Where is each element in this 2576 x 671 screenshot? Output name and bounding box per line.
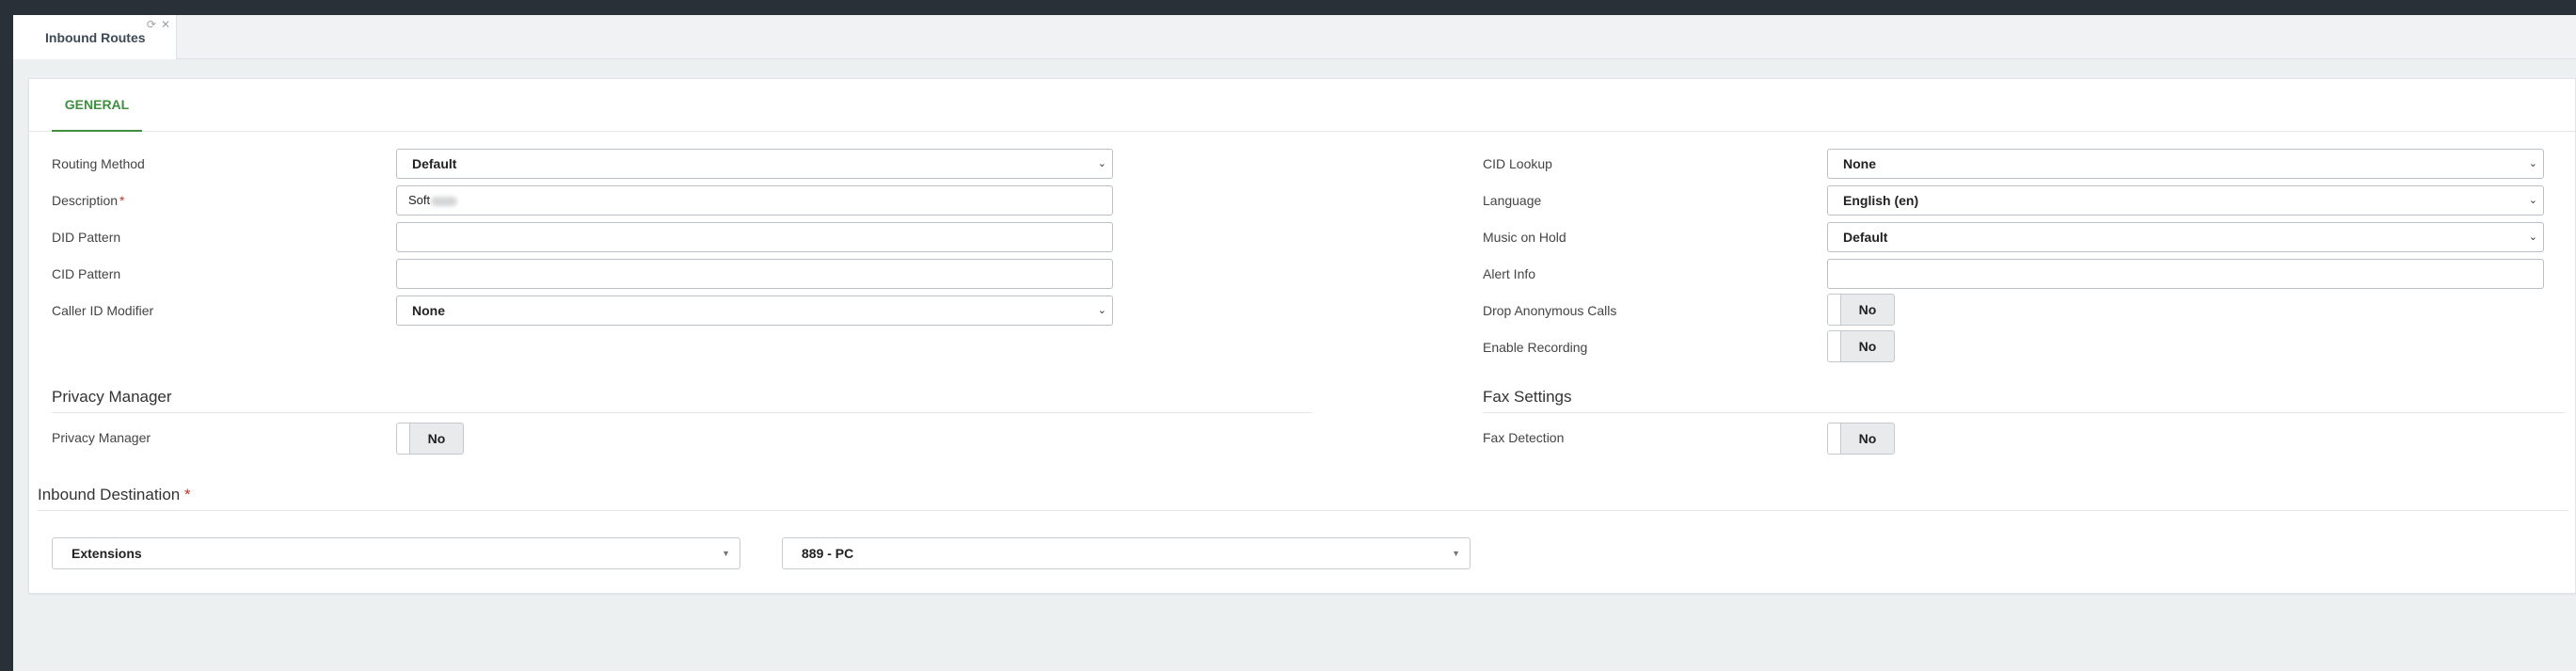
alert-info-label: Alert Info bbox=[1483, 266, 1536, 281]
tab-general[interactable]: GENERAL bbox=[52, 79, 142, 132]
inbound-destination-section-title: Inbound Destination * bbox=[38, 486, 191, 504]
drop-anonymous-calls-toggle[interactable]: No bbox=[1827, 294, 1895, 326]
caller-id-modifier-select[interactable]: None ⌄ bbox=[396, 296, 1113, 326]
music-on-hold-label: Music on Hold bbox=[1483, 230, 1566, 245]
caller-id-modifier-value: None bbox=[412, 303, 445, 318]
language-select[interactable]: English (en) ⌄ bbox=[1827, 185, 2544, 216]
music-on-hold-value: Default bbox=[1843, 230, 1888, 245]
chevron-down-icon: ⌄ bbox=[1097, 305, 1106, 316]
module-tab-bar: Inbound Routes ⟳ ✕ bbox=[13, 15, 2576, 59]
toggle-handle bbox=[1828, 295, 1841, 325]
alert-info-input[interactable] bbox=[1827, 259, 2544, 289]
routing-method-value: Default bbox=[412, 156, 457, 171]
fax-detection-toggle[interactable]: No bbox=[1827, 423, 1895, 455]
enable-recording-value: No bbox=[1858, 339, 1877, 354]
chevron-down-icon: ⌄ bbox=[2528, 158, 2537, 169]
drop-anonymous-calls-label: Drop Anonymous Calls bbox=[1483, 303, 1617, 318]
privacy-manager-label: Privacy Manager bbox=[52, 430, 151, 445]
tab-inbound-routes[interactable]: Inbound Routes ⟳ ✕ bbox=[13, 15, 177, 59]
privacy-manager-value: No bbox=[427, 431, 446, 446]
chevron-down-icon: ⌄ bbox=[1097, 158, 1106, 169]
close-icon[interactable]: ✕ bbox=[161, 18, 170, 31]
tab-actions: ⟳ ✕ bbox=[142, 18, 170, 31]
language-label: Language bbox=[1483, 193, 1542, 208]
fax-detection-value: No bbox=[1858, 431, 1877, 446]
left-window-edge bbox=[0, 0, 13, 671]
destination-type-value: Extensions bbox=[72, 546, 142, 561]
chevron-down-icon: ⌄ bbox=[2528, 195, 2537, 206]
cid-pattern-label: CID Pattern bbox=[52, 266, 121, 281]
toggle-handle bbox=[1828, 331, 1841, 361]
description-input[interactable]: Soft bbox=[396, 185, 1113, 216]
chevron-down-icon: ⌄ bbox=[2528, 232, 2537, 243]
caret-down-icon: ▼ bbox=[1452, 549, 1460, 558]
fax-settings-section-title: Fax Settings bbox=[1483, 388, 1572, 406]
privacy-manager-section-title: Privacy Manager bbox=[52, 388, 172, 406]
cid-pattern-input[interactable] bbox=[396, 259, 1113, 289]
did-pattern-input[interactable] bbox=[396, 222, 1113, 252]
required-marker: * bbox=[119, 193, 125, 208]
top-window-bar bbox=[0, 0, 2576, 15]
enable-recording-label: Enable Recording bbox=[1483, 340, 1588, 355]
tab-inbound-routes-label: Inbound Routes bbox=[45, 30, 146, 45]
destination-target-dropdown[interactable]: 889 - PC ▼ bbox=[782, 537, 1471, 569]
cid-lookup-value: None bbox=[1843, 156, 1876, 171]
drop-anonymous-calls-value: No bbox=[1858, 302, 1877, 317]
enable-recording-toggle[interactable]: No bbox=[1827, 330, 1895, 362]
did-pattern-label: DID Pattern bbox=[52, 230, 121, 245]
description-value: Soft bbox=[408, 193, 431, 207]
caller-id-modifier-label: Caller ID Modifier bbox=[52, 303, 154, 318]
language-value: English (en) bbox=[1843, 193, 1919, 208]
fax-detection-label: Fax Detection bbox=[1483, 430, 1565, 445]
required-marker: * bbox=[183, 486, 191, 503]
app-content: Inbound Routes ⟳ ✕ GENERAL Routing Method… bbox=[13, 15, 2576, 671]
inbound-route-form: GENERAL Routing Method Default ⌄ Descrip… bbox=[28, 78, 2576, 594]
description-label-text: Description bbox=[52, 193, 119, 208]
caret-down-icon: ▼ bbox=[722, 549, 730, 558]
refresh-icon[interactable]: ⟳ bbox=[147, 18, 156, 31]
description-label: Description * bbox=[52, 193, 124, 208]
cid-lookup-select[interactable]: None ⌄ bbox=[1827, 149, 2544, 179]
privacy-manager-toggle[interactable]: No bbox=[396, 423, 464, 455]
section-divider bbox=[38, 510, 2568, 511]
destination-target-value: 889 - PC bbox=[802, 546, 854, 561]
toggle-handle bbox=[397, 423, 410, 454]
cid-lookup-label: CID Lookup bbox=[1483, 156, 1552, 171]
music-on-hold-select[interactable]: Default ⌄ bbox=[1827, 222, 2544, 252]
routing-method-label: Routing Method bbox=[52, 156, 145, 171]
inbound-destination-title-text: Inbound Destination bbox=[38, 486, 181, 503]
toggle-handle bbox=[1828, 423, 1841, 454]
destination-type-dropdown[interactable]: Extensions ▼ bbox=[52, 537, 740, 569]
section-divider bbox=[52, 412, 1312, 413]
redacted-text bbox=[431, 196, 458, 206]
section-divider bbox=[1483, 412, 2565, 413]
routing-method-select[interactable]: Default ⌄ bbox=[396, 149, 1113, 179]
form-tab-bar: GENERAL bbox=[29, 79, 2575, 132]
